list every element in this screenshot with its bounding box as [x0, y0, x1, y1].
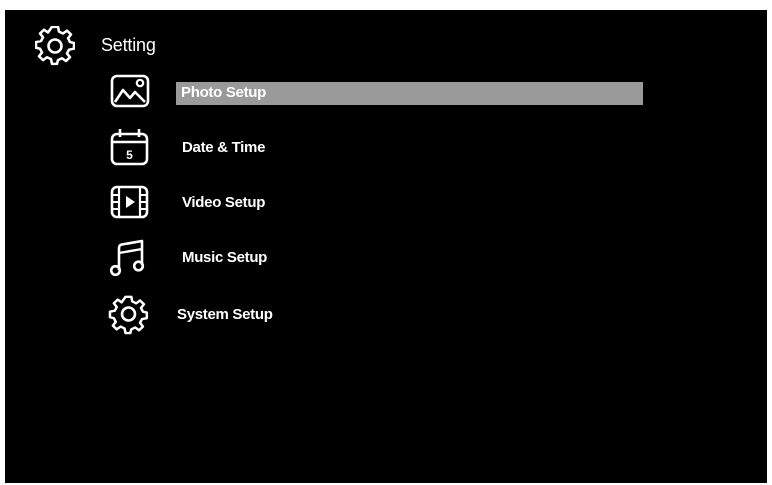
menu-item-label: Photo Setup — [181, 84, 267, 101]
settings-screen: Setting Photo Setup 5 Date & Time Video … — [5, 10, 767, 483]
page-title: Setting — [101, 35, 156, 55]
photo-icon — [110, 74, 150, 108]
header: Setting — [35, 22, 156, 70]
menu-item-photo-setup[interactable]: Photo Setup — [105, 70, 665, 114]
menu-item-video-setup[interactable]: Video Setup — [105, 180, 665, 224]
calendar-icon: 5 — [110, 129, 149, 166]
menu-item-music-setup[interactable]: Music Setup — [105, 235, 665, 279]
calendar-day-number: 5 — [126, 148, 133, 162]
menu-item-system-setup[interactable]: System Setup — [105, 292, 665, 336]
film-icon — [110, 185, 149, 219]
menu-item-label: Music Setup — [182, 249, 268, 266]
menu-item-label: Video Setup — [182, 194, 266, 211]
gear-icon — [35, 26, 75, 66]
menu-item-date-time[interactable]: 5 Date & Time — [105, 125, 665, 169]
music-note-icon — [109, 239, 145, 277]
menu-item-label: Date & Time — [182, 139, 266, 156]
menu-item-label: System Setup — [177, 306, 273, 323]
gear-icon — [108, 295, 149, 335]
